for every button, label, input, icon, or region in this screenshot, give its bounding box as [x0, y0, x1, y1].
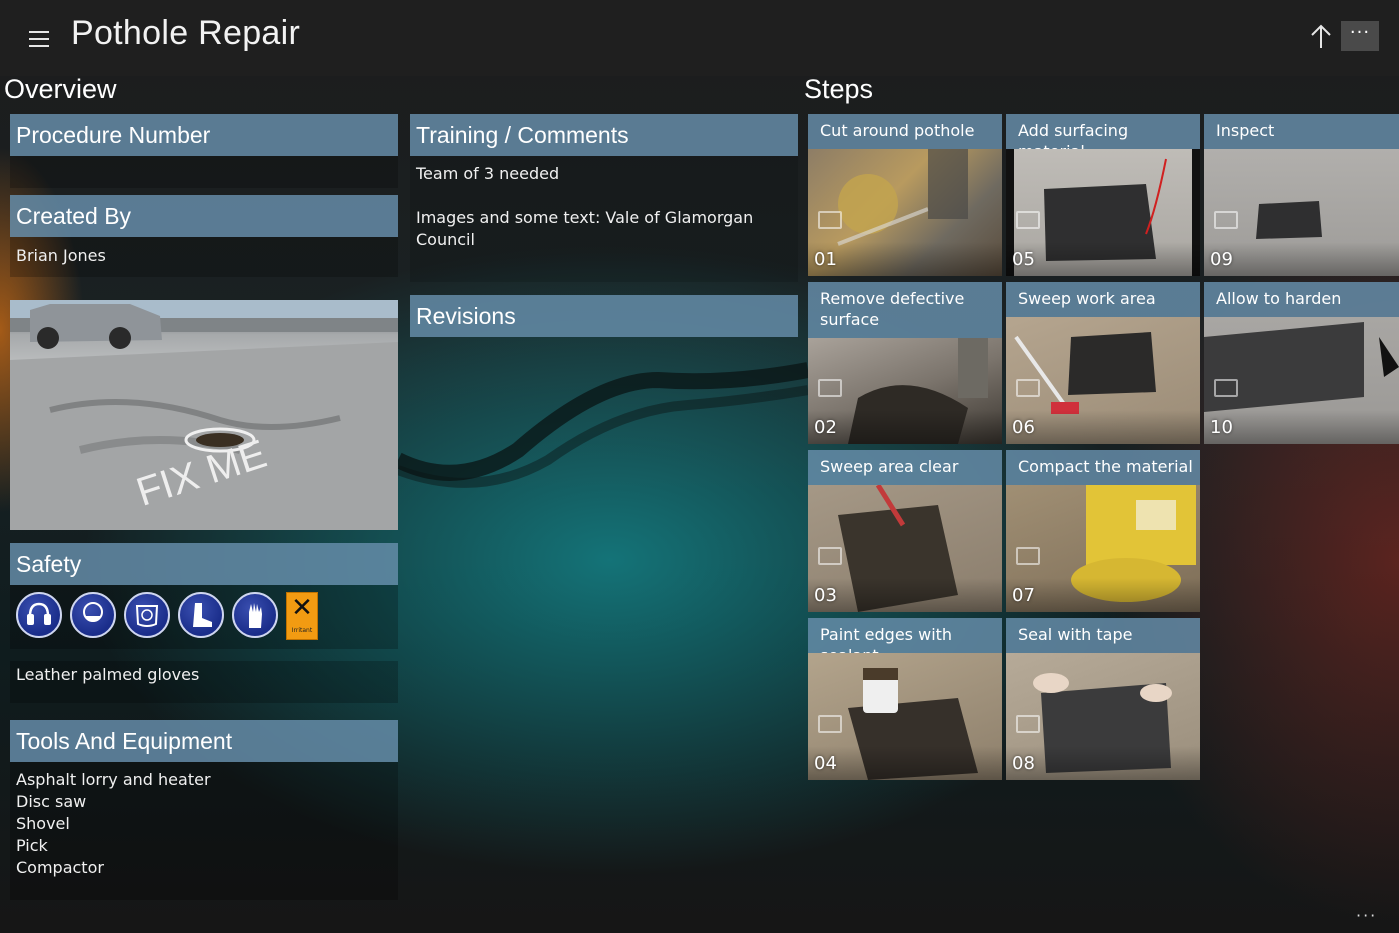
gloves-icon	[232, 592, 278, 638]
hazard-caption: Irritant	[291, 627, 313, 634]
step-tile[interactable]: Paint edges with sealant 04	[808, 618, 1002, 780]
step-title: Seal with tape	[1018, 625, 1133, 644]
tool-item: Pick	[16, 836, 48, 855]
created-by-card: Created By Brian Jones	[10, 195, 398, 277]
training-line: Team of 3 needed	[416, 164, 560, 183]
created-by-value: Brian Jones	[16, 246, 106, 265]
step-number: 10	[1210, 417, 1233, 438]
image-placeholder-icon	[818, 211, 842, 229]
revisions-label: Revisions	[410, 295, 798, 337]
tool-item: Shovel	[16, 814, 70, 833]
step-title: Remove defective surface	[820, 289, 965, 329]
step-title: Allow to harden	[1216, 289, 1342, 308]
irritant-hazard-icon: ✕ Irritant	[286, 592, 318, 640]
steps-heading: Steps	[804, 74, 874, 104]
training-line: Images and some text: Vale of Glamorgan …	[416, 208, 754, 249]
step-title: Cut around pothole	[820, 121, 975, 140]
safety-label: Safety	[10, 543, 398, 585]
step-number: 08	[1012, 753, 1035, 774]
image-placeholder-icon	[818, 379, 842, 397]
tool-item: Disc saw	[16, 792, 87, 811]
step-title: Sweep work area	[1018, 289, 1156, 308]
image-placeholder-icon	[1016, 715, 1040, 733]
overview-photo: FIX ME	[10, 300, 398, 530]
tools-label: Tools And Equipment	[10, 720, 398, 762]
tool-item: Compactor	[16, 858, 104, 877]
safety-note: Leather palmed gloves	[16, 665, 200, 684]
step-tile[interactable]: Cut around pothole 01	[808, 114, 1002, 276]
step-tile[interactable]: Sweep area clear 03	[808, 450, 1002, 612]
revisions-card: Revisions	[410, 295, 798, 337]
image-placeholder-icon	[1016, 211, 1040, 229]
step-number: 05	[1012, 249, 1035, 270]
step-title: Compact the material	[1018, 457, 1193, 476]
step-number: 07	[1012, 585, 1035, 606]
image-placeholder-icon	[818, 547, 842, 565]
tools-card: Tools And Equipment Asphalt lorry and he…	[10, 720, 398, 900]
step-tile[interactable]: Sweep work area 06	[1006, 282, 1200, 444]
step-tile[interactable]: Remove defective surface 02	[808, 282, 1002, 444]
step-tile[interactable]: Inspect 09	[1204, 114, 1399, 276]
created-by-label: Created By	[10, 195, 398, 237]
overview-heading: Overview	[4, 74, 117, 104]
procedure-number-value	[10, 156, 398, 188]
safety-boots-icon	[178, 592, 224, 638]
procedure-number-card: Procedure Number	[10, 114, 398, 188]
step-tile[interactable]: Allow to harden 10	[1204, 282, 1399, 444]
training-label: Training / Comments	[410, 114, 798, 156]
more-options-button[interactable]: ···	[1341, 21, 1379, 51]
arrow-up-icon[interactable]	[1306, 22, 1336, 54]
step-number: 04	[814, 753, 837, 774]
step-number: 02	[814, 417, 837, 438]
safety-card: Safety ✕ Irritant Leather palmed gloves	[10, 543, 398, 703]
step-number: 06	[1012, 417, 1035, 438]
step-tile[interactable]: Seal with tape 08	[1006, 618, 1200, 780]
app-title: Pothole Repair	[71, 14, 301, 52]
image-placeholder-icon	[1016, 547, 1040, 565]
tool-item: Asphalt lorry and heater	[16, 770, 211, 789]
face-shield-icon	[124, 592, 170, 638]
image-placeholder-icon	[1016, 379, 1040, 397]
hamburger-icon[interactable]	[22, 24, 56, 54]
image-placeholder-icon	[818, 715, 842, 733]
background-wave	[398, 362, 808, 488]
step-number: 09	[1210, 249, 1233, 270]
procedure-number-label: Procedure Number	[10, 114, 398, 156]
step-title: Sweep area clear	[820, 457, 959, 476]
step-tile[interactable]: Add surfacing material 05	[1006, 114, 1200, 276]
training-card: Training / Comments Team of 3 needed Ima…	[410, 114, 798, 282]
image-placeholder-icon	[1214, 211, 1238, 229]
footer-more-button[interactable]: ···	[1356, 906, 1377, 925]
image-placeholder-icon	[1214, 379, 1238, 397]
step-tile[interactable]: Compact the material 07	[1006, 450, 1200, 612]
step-number: 03	[814, 585, 837, 606]
dust-mask-icon	[70, 592, 116, 638]
step-title: Inspect	[1216, 121, 1275, 140]
step-number: 01	[814, 249, 837, 270]
ear-protection-icon	[16, 592, 62, 638]
